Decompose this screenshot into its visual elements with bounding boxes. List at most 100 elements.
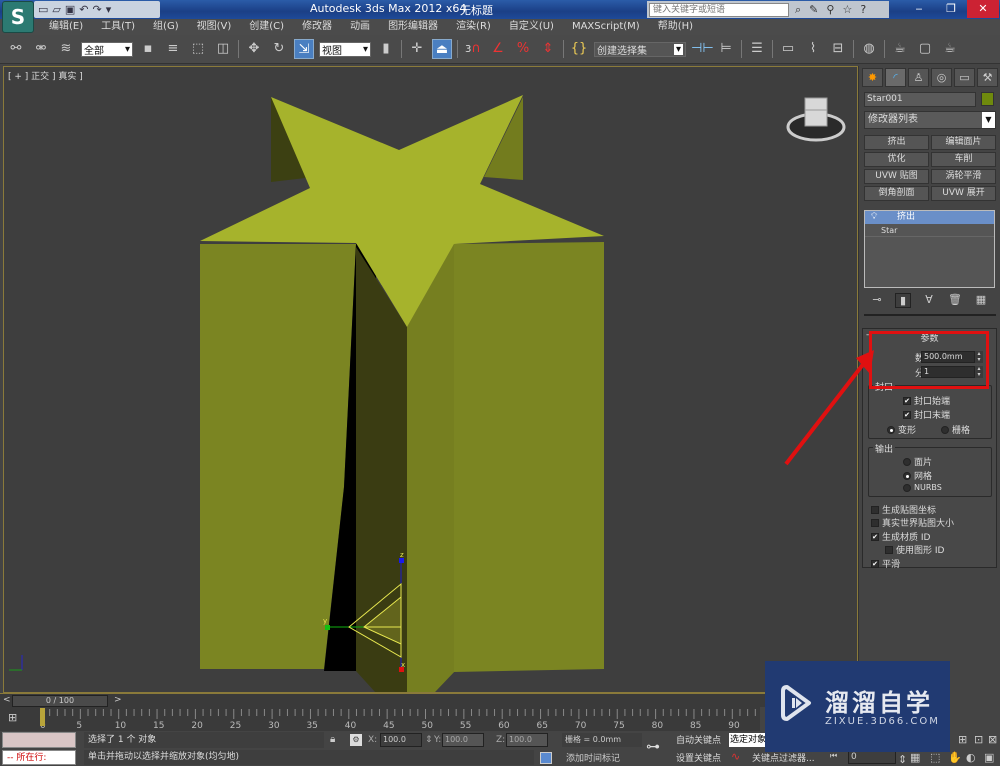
help-icon[interactable]: ? — [860, 3, 866, 17]
output-nurbs-radio[interactable]: NURBS — [903, 483, 942, 492]
maxscript-listener-input[interactable] — [2, 732, 76, 748]
curve-editor-icon[interactable]: ⌇ — [803, 39, 823, 59]
modifier-button-edit-patch[interactable]: 编辑面片 — [931, 135, 996, 150]
spinner-snap-icon[interactable]: ⇕ — [538, 39, 558, 59]
remove-modifier-icon[interactable]: 🗑︎ — [947, 293, 963, 308]
track-ruler[interactable]: 051015202530354045505560657075808590 — [40, 707, 760, 731]
save-icon[interactable]: ▣ — [65, 3, 75, 16]
time-slider[interactable]: < 0 / 100 > — [0, 693, 858, 707]
unlink-icon[interactable]: ⚮ — [31, 39, 51, 59]
utilities-icon[interactable]: ⚒ — [977, 68, 998, 87]
snap-toggle-icon[interactable]: 3∩ — [463, 39, 483, 59]
y-coord-input[interactable]: 100.0 — [442, 733, 484, 747]
track-bar[interactable]: ⊞ 051015202530354045505560657075808590 — [0, 707, 760, 731]
make-unique-icon[interactable]: ∀ — [921, 293, 937, 308]
output-patch-radio[interactable]: 面片 — [903, 455, 932, 468]
menu-modifiers[interactable]: 修改器 — [293, 19, 341, 35]
percent-snap-icon[interactable]: % — [513, 39, 533, 59]
menu-maxscript[interactable]: MAXScript(M) — [563, 19, 649, 35]
key-icon[interactable]: ⊶ — [646, 739, 660, 755]
next-frame-button[interactable]: > — [114, 695, 122, 705]
link-icon[interactable]: ⚯ — [6, 39, 26, 59]
prev-frame-button[interactable]: < — [3, 695, 11, 705]
move-icon[interactable]: ✥ — [244, 39, 264, 59]
new-file-icon[interactable]: ▭ — [38, 3, 48, 16]
maximize-viewport-icon[interactable]: ▣ — [984, 751, 994, 764]
customize-dropdown-icon[interactable]: ▾ — [106, 3, 112, 16]
gen-matid-checkbox[interactable]: ✔ 生成材质 ID — [871, 530, 930, 543]
modifier-button-uvw-map[interactable]: UVW 贴图 — [864, 169, 929, 184]
bind-spacewarp-icon[interactable]: ≋ — [56, 39, 76, 59]
viewcube[interactable] — [784, 91, 848, 147]
menu-animation[interactable]: 动画 — [341, 19, 379, 35]
3dsmax-logo-icon[interactable]: S — [2, 1, 34, 33]
pan-icon[interactable]: ✋ — [948, 751, 962, 764]
object-name-field[interactable]: Star001 — [864, 92, 976, 107]
binoculars-icon[interactable]: ⌕ — [795, 3, 801, 17]
open-folder-icon[interactable]: ▱ — [52, 3, 60, 16]
menu-tools[interactable]: 工具(T) — [92, 19, 144, 35]
minimize-button[interactable]: ‒ — [903, 0, 935, 18]
menu-views[interactable]: 视图(V) — [188, 19, 241, 35]
modifier-button-lathe[interactable]: 车削 — [931, 152, 996, 167]
key-filters-button[interactable]: 关键点过滤器... — [752, 751, 815, 764]
modify-icon[interactable]: ◜ — [885, 68, 906, 87]
modifier-button-unwrap-uvw[interactable]: UVW 展开 — [931, 186, 996, 201]
menu-create[interactable]: 创建(C) — [240, 19, 293, 35]
time-config-icon[interactable]: ⏮ — [830, 751, 837, 761]
xy-spinner[interactable]: ⇕ — [425, 735, 433, 745]
add-time-tag[interactable]: 添加时间标记 — [566, 751, 620, 764]
close-button[interactable]: ✕ — [967, 0, 999, 18]
time-slider-thumb[interactable]: 0 / 100 — [12, 695, 108, 707]
lock-selection-icon[interactable]: 🔒︎ — [330, 734, 335, 745]
show-end-result-icon[interactable]: ▮ — [895, 293, 911, 308]
use-shape-ids-checkbox[interactable]: 使用图形 ID — [885, 543, 944, 556]
zoom-extents-selected-icon[interactable]: ⊠ — [988, 733, 997, 746]
rect-selection-icon[interactable]: ⬚ — [188, 39, 208, 59]
perspective-viewport[interactable]: [ + ] 正交 ] 真实 ] z y x — [3, 66, 858, 693]
graphite-toolbar-icon[interactable]: ▭ — [778, 39, 798, 59]
select-manipulate-icon[interactable]: ✛ — [407, 39, 427, 59]
wrench-icon[interactable]: ✎ — [809, 3, 818, 17]
align-icon[interactable]: ⊨ — [716, 39, 736, 59]
rendered-frame-window-icon[interactable]: ▢ — [915, 39, 935, 59]
orbit-icon[interactable]: ◐ — [966, 751, 976, 764]
stack-item-star[interactable]: Star — [865, 224, 994, 237]
time-tag-icon[interactable] — [540, 752, 552, 764]
ref-coord-dropdown[interactable]: 视图 ▾ — [319, 41, 371, 57]
pivot-center-icon[interactable]: ▮ — [376, 39, 396, 59]
frame-spinner[interactable]: ⇕ — [898, 753, 907, 766]
maxscript-listener-output[interactable]: -- 所在行: — [2, 750, 76, 765]
region-zoom-icon[interactable]: ⬚ — [930, 751, 940, 764]
motion-icon[interactable]: ◎ — [931, 68, 952, 87]
select-by-name-icon[interactable]: ≡ — [163, 39, 183, 59]
key-curve-icon[interactable]: ∿ — [731, 750, 740, 763]
zoom-all-icon[interactable]: ⊞ — [958, 733, 967, 746]
lightbulb-icon[interactable]: 💡︎ — [871, 211, 877, 224]
real-world-checkbox[interactable]: 真实世界贴图大小 — [871, 516, 954, 529]
layer-manager-icon[interactable]: ☰ — [747, 39, 767, 59]
current-frame-input[interactable]: 0 — [848, 750, 896, 764]
rotate-icon[interactable]: ↻ — [269, 39, 289, 59]
angle-snap-icon[interactable]: ∠ — [488, 39, 508, 59]
selection-filter-dropdown[interactable]: 全部 ▾ — [81, 41, 133, 57]
zoom-extents-icon[interactable]: ⊡ — [974, 733, 983, 746]
keyboard-shortcut-override-icon[interactable]: ⏏ — [432, 39, 452, 59]
star-icon[interactable]: ☆ — [842, 3, 852, 17]
menu-graph-editors[interactable]: 图形编辑器 — [379, 19, 447, 35]
named-selection-dropdown[interactable]: 创建选择集 ▾ — [594, 41, 686, 57]
satellite-icon[interactable]: ⚲ — [826, 3, 834, 17]
search-input[interactable] — [649, 2, 789, 17]
scale-icon[interactable]: ⇲ — [294, 39, 314, 59]
absolute-mode-icon[interactable]: ⚙ — [350, 734, 362, 746]
menu-group[interactable]: 组(G) — [144, 19, 188, 35]
modifier-list-dropdown[interactable]: 修改器列表 ▼ — [864, 111, 996, 129]
menu-customize[interactable]: 自定义(U) — [500, 19, 563, 35]
cap-start-checkbox[interactable]: ✔ 封口始端 — [903, 394, 950, 407]
auto-key-button[interactable]: 自动关键点 — [676, 733, 721, 746]
gen-mapping-checkbox[interactable]: 生成贴图坐标 — [871, 503, 936, 516]
material-editor-icon[interactable]: ◍ — [859, 39, 879, 59]
render-setup-icon[interactable]: ☕ — [890, 39, 910, 59]
edit-named-selection-icon[interactable]: {} — [569, 39, 589, 59]
modifier-button-optimize[interactable]: 优化 — [864, 152, 929, 167]
